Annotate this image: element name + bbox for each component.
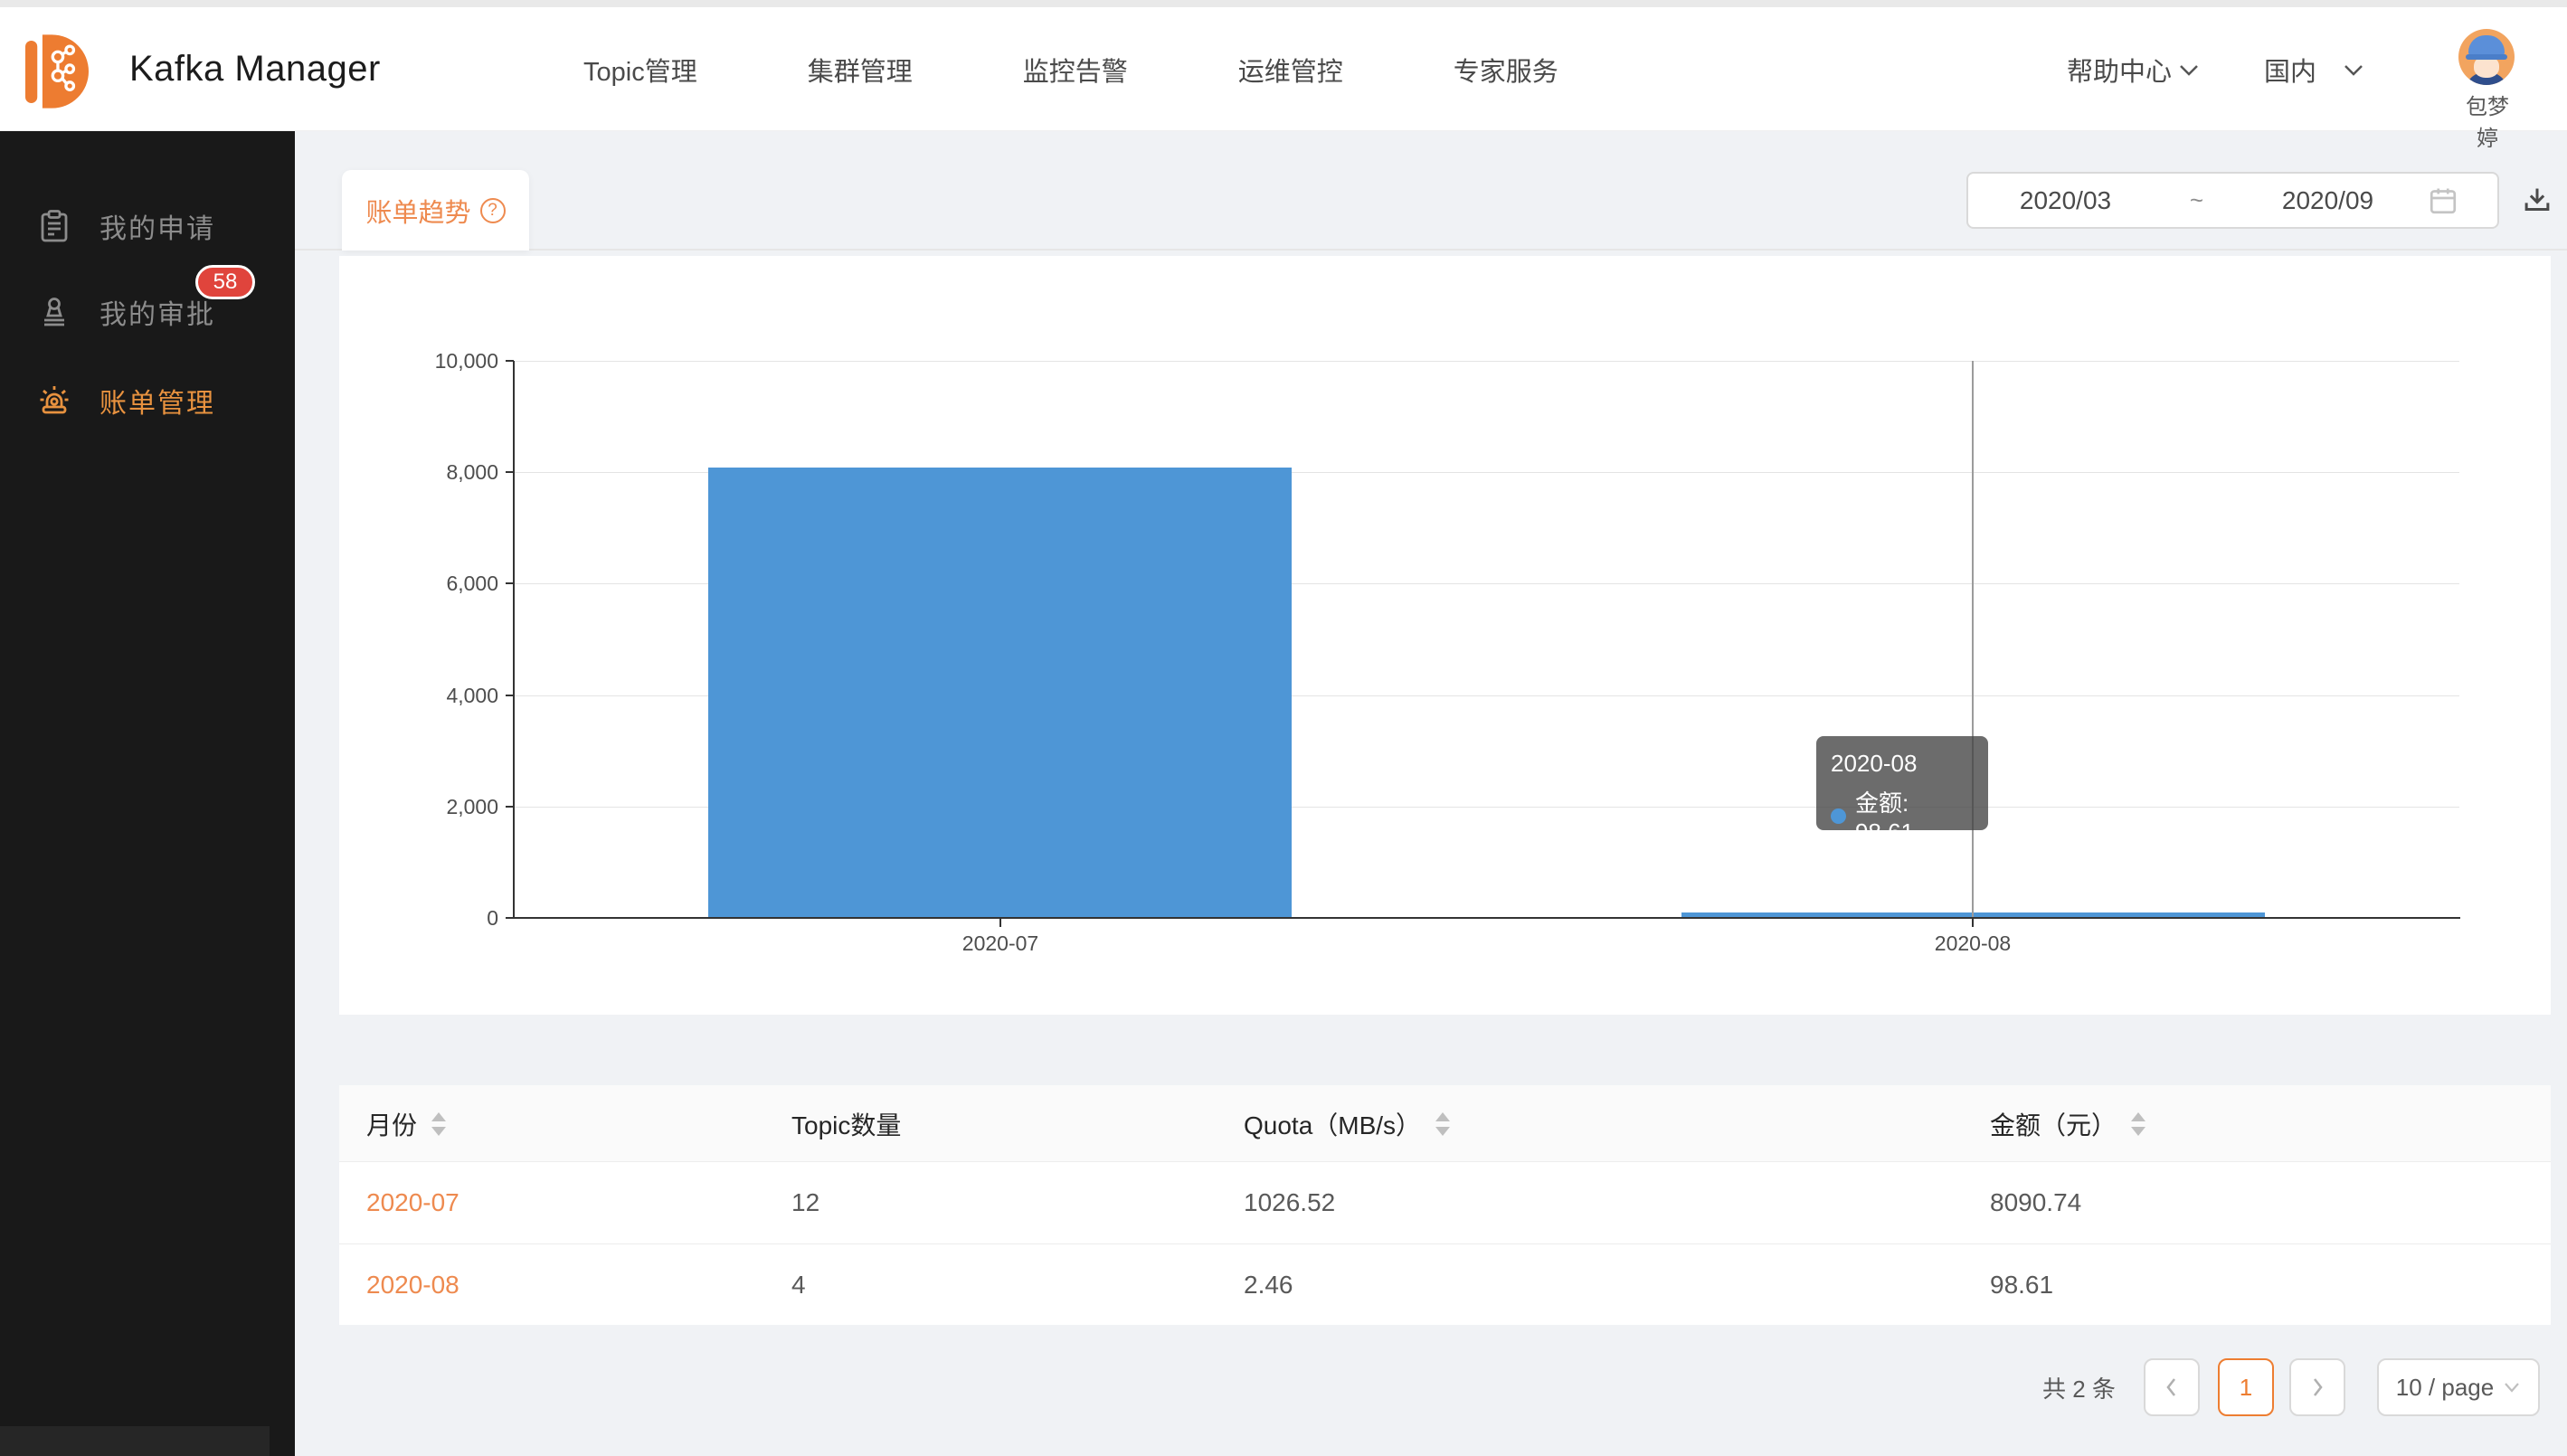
topbar-right: 帮助中心 国内 — [2067, 7, 2365, 131]
chevron-down-icon — [2177, 61, 2201, 79]
nav-expert-service[interactable]: 专家服务 — [1454, 51, 1558, 89]
sort-icons[interactable] — [1435, 1112, 1450, 1136]
table-header: 月份 Topic数量 Quota（MB/s） 金额（元） — [339, 1085, 2551, 1162]
date-start-input[interactable]: 2020/03 — [1968, 186, 2163, 215]
approvals-count-badge: 58 — [195, 265, 255, 299]
y-axis-label: 10,000 — [357, 348, 498, 373]
page-size-value: 10 / page — [2396, 1374, 2494, 1402]
y-axis-label: 8,000 — [357, 459, 498, 485]
month-link[interactable]: 2020-07 — [366, 1162, 459, 1243]
sidebar-item-billing-management[interactable]: 账单管理 — [0, 357, 295, 444]
chevron-left-icon — [2162, 1376, 2182, 1399]
billing-trend-chart: 10,000 8,000 6,000 4,000 2,000 0 2020-07… — [339, 256, 2551, 1015]
column-label: 月份 — [366, 1106, 417, 1142]
sort-asc-icon[interactable] — [1435, 1112, 1450, 1121]
pagination-page-1-button[interactable]: 1 — [2218, 1358, 2274, 1416]
topic-count-cell: 4 — [791, 1244, 806, 1326]
clipboard-icon — [36, 208, 72, 244]
avatar[interactable] — [2458, 29, 2515, 85]
chart-tooltip: 2020-08 金额: 98.61 — [1816, 736, 1988, 830]
column-header-month[interactable]: 月份 — [366, 1085, 446, 1162]
table-row: 2020-08 4 2.46 98.61 — [339, 1243, 2551, 1325]
sidebar: 我的申请 我的审批 58 账单管理 — [0, 131, 295, 1456]
region-label: 国内 — [2264, 51, 2316, 89]
tabbar-divider — [295, 249, 2567, 251]
column-header-quota[interactable]: Quota（MB/s） — [1244, 1085, 1450, 1162]
sidebar-bottom-bar[interactable] — [0, 1426, 270, 1456]
sort-asc-icon[interactable] — [431, 1112, 446, 1121]
table-row: 2020-07 12 1026.52 8090.74 — [339, 1162, 2551, 1243]
sort-desc-icon[interactable] — [2131, 1127, 2145, 1136]
amount-cell: 98.61 — [1990, 1244, 2053, 1326]
quota-cell: 2.46 — [1244, 1244, 1293, 1326]
x-axis-label: 2020-08 — [1882, 931, 2063, 956]
calendar-icon — [2427, 184, 2459, 217]
column-label: 金额（元） — [1990, 1106, 2117, 1142]
x-tick — [1972, 919, 1974, 927]
kafka-manager-logo-icon — [25, 29, 89, 114]
tooltip-value: 金额: 98.61 — [1855, 785, 1974, 846]
tooltip-title: 2020-08 — [1831, 747, 1974, 780]
pagination-prev-button[interactable] — [2144, 1358, 2200, 1416]
app-root: Kafka Manager Topic管理 集群管理 监控告警 运维管控 专家服… — [0, 0, 2567, 1456]
username: 包梦婷 — [2458, 89, 2516, 152]
sort-desc-icon[interactable] — [1435, 1127, 1450, 1136]
sort-icons[interactable] — [431, 1112, 446, 1136]
pagination-next-button[interactable] — [2289, 1358, 2345, 1416]
tab-label: 账单趋势 — [365, 192, 470, 230]
bar-2020-07[interactable] — [708, 468, 1292, 918]
column-header-amount[interactable]: 金额（元） — [1990, 1085, 2145, 1162]
column-label: Topic数量 — [791, 1106, 901, 1142]
x-axis-line — [513, 917, 2460, 919]
page-size-select[interactable]: 10 / page — [2377, 1358, 2540, 1416]
x-axis-label: 2020-07 — [910, 931, 1091, 956]
pagination-total: 共 2 条 — [2042, 1358, 2116, 1416]
sort-desc-icon[interactable] — [431, 1127, 446, 1136]
sort-asc-icon[interactable] — [2131, 1112, 2145, 1121]
y-axis-label: 6,000 — [357, 571, 498, 596]
y-axis-label: 0 — [357, 905, 498, 931]
nav-cluster-management[interactable]: 集群管理 — [808, 51, 913, 89]
sidebar-item-label: 我的审批 — [99, 292, 215, 332]
y-axis-line — [513, 361, 515, 919]
topbar: Kafka Manager Topic管理 集群管理 监控告警 运维管控 专家服… — [0, 7, 2567, 131]
chevron-right-icon — [2307, 1376, 2327, 1399]
siren-icon — [36, 383, 72, 419]
user-profile[interactable]: 包梦婷 — [2458, 29, 2516, 152]
quota-cell: 1026.52 — [1244, 1162, 1335, 1243]
window-top-strip — [0, 0, 2567, 7]
tab-billing-trend[interactable]: 账单趋势 ? — [342, 170, 529, 251]
date-range-picker[interactable]: 2020/03 ~ 2020/09 — [1966, 172, 2499, 229]
amount-cell: 8090.74 — [1990, 1162, 2081, 1243]
column-header-topic-count: Topic数量 — [791, 1085, 901, 1162]
date-end-input[interactable]: 2020/09 — [2231, 186, 2425, 215]
download-icon[interactable] — [2520, 184, 2554, 218]
sidebar-item-label: 账单管理 — [99, 381, 215, 421]
nav-ops-control[interactable]: 运维管控 — [1238, 51, 1343, 89]
stamp-icon — [36, 294, 72, 330]
month-link[interactable]: 2020-08 — [366, 1244, 459, 1326]
y-axis-label: 2,000 — [357, 794, 498, 819]
billing-table: 月份 Topic数量 Quota（MB/s） 金额（元） 2020-07 12 … — [339, 1085, 2551, 1325]
question-circle-icon[interactable]: ? — [480, 198, 506, 223]
chevron-down-icon — [2503, 1381, 2521, 1394]
date-range-separator: ~ — [2163, 186, 2231, 214]
topic-count-cell: 12 — [791, 1162, 819, 1243]
app-title: Kafka Manager — [129, 7, 381, 131]
sort-icons[interactable] — [2131, 1112, 2145, 1136]
gridline — [514, 361, 2459, 362]
region-dropdown[interactable]: 国内 — [2264, 51, 2365, 89]
chevron-down-icon — [2342, 61, 2365, 79]
x-tick — [999, 919, 1001, 927]
nav-monitoring-alerts[interactable]: 监控告警 — [1023, 51, 1128, 89]
nav-topic-management[interactable]: Topic管理 — [583, 51, 697, 89]
help-center-label: 帮助中心 — [2067, 51, 2172, 89]
sidebar-item-my-applications[interactable]: 我的申请 — [0, 183, 295, 269]
sidebar-item-label: 我的申请 — [99, 206, 215, 246]
help-center-dropdown[interactable]: 帮助中心 — [2067, 51, 2201, 89]
tooltip-series-dot — [1831, 808, 1846, 824]
y-axis-label: 4,000 — [357, 683, 498, 708]
top-navigation: Topic管理 集群管理 监控告警 运维管控 专家服务 — [583, 7, 1558, 131]
column-label: Quota（MB/s） — [1244, 1106, 1421, 1142]
